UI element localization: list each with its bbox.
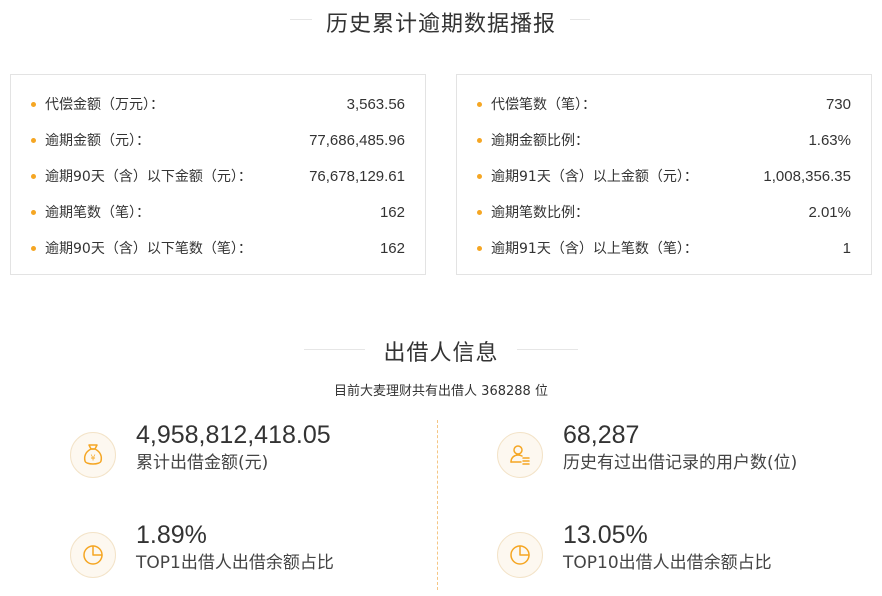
stat-row-value: 3,563.56 bbox=[346, 95, 405, 113]
bullet-dot-icon bbox=[31, 101, 36, 107]
stat-value: 68,287 bbox=[563, 421, 640, 449]
pie-chart-icon bbox=[70, 532, 116, 578]
stat-row: 逾期金额（元）： 77,686,485.96 bbox=[31, 122, 405, 158]
section-title-lenders: 出借人信息 bbox=[0, 335, 882, 367]
svg-text:¥: ¥ bbox=[90, 454, 95, 463]
stat-value: 4,958,812,418.05 bbox=[136, 421, 331, 449]
stat-row: 逾期91天（含）以上金额（元）： 1,008,356.35 bbox=[477, 158, 851, 194]
stat-row-label: 逾期90天（含）以下笔数（笔）： bbox=[45, 241, 252, 257]
stat-row-value: 1 bbox=[842, 239, 851, 257]
bullet-dot-icon bbox=[477, 173, 482, 179]
section-title-overdue-text: 历史累计逾期数据播报 bbox=[311, 12, 570, 37]
stat-row: 逾期90天（含）以下笔数（笔）： 162 bbox=[31, 230, 405, 266]
stat-row-label: 逾期金额比例： bbox=[491, 133, 589, 149]
stat-value: 13.05% bbox=[563, 521, 648, 549]
bullet-dot-icon bbox=[477, 137, 482, 143]
stat-row-value: 1.63% bbox=[808, 131, 851, 149]
stat-row-value: 77,686,485.96 bbox=[309, 131, 405, 149]
stat-row-label: 逾期91天（含）以上金额（元）： bbox=[491, 169, 698, 185]
stat-row-label: 逾期笔数（笔）： bbox=[45, 205, 150, 221]
stat-row: 逾期91天（含）以上笔数（笔）： 1 bbox=[477, 230, 851, 266]
stat-row-label: 逾期笔数比例： bbox=[491, 205, 589, 221]
stat-label: TOP1出借人出借余额占比 bbox=[136, 553, 334, 573]
stat-row: 代偿金额（万元）： 3,563.56 bbox=[31, 86, 405, 122]
money-bag-icon: ¥ bbox=[70, 432, 116, 478]
stat-row-label: 代偿笔数（笔）： bbox=[491, 97, 596, 113]
lender-count-subtitle: 目前大麦理财共有出借人 368288 位 bbox=[334, 384, 548, 399]
bullet-dot-icon bbox=[31, 245, 36, 251]
stat-row: 逾期笔数比例： 2.01% bbox=[477, 194, 851, 230]
stat-label: TOP10出借人出借余额占比 bbox=[563, 553, 772, 573]
stat-total-lent: ¥ 4,958,812,418.05 累计出借金额(元) bbox=[70, 421, 331, 478]
bullet-dot-icon bbox=[477, 245, 482, 251]
stat-row: 逾期90天（含）以下金额（元）： 76,678,129.61 bbox=[31, 158, 405, 194]
stat-row: 代偿笔数（笔）： 730 bbox=[477, 86, 851, 122]
stat-row-value: 1,008,356.35 bbox=[763, 167, 851, 185]
stat-row: 逾期笔数（笔）： 162 bbox=[31, 194, 405, 230]
stat-row-value: 162 bbox=[379, 239, 405, 257]
stat-row-label: 逾期91天（含）以上笔数（笔）： bbox=[491, 241, 698, 257]
stat-row-label: 代偿金额（万元）： bbox=[45, 97, 164, 113]
vertical-dashed-divider bbox=[437, 420, 438, 590]
bullet-dot-icon bbox=[31, 209, 36, 215]
stat-row-value: 76,678,129.61 bbox=[309, 167, 405, 185]
stat-row-value: 730 bbox=[825, 95, 851, 113]
user-coins-icon bbox=[497, 432, 543, 478]
stat-user-count: 68,287 历史有过出借记录的用户数(位) bbox=[497, 421, 798, 478]
stat-row-value: 162 bbox=[379, 203, 405, 221]
stat-row-label: 逾期90天（含）以下金额（元）： bbox=[45, 169, 252, 185]
stat-top10-share: 13.05% TOP10出借人出借余额占比 bbox=[497, 521, 772, 578]
stat-top1-share: 1.89% TOP1出借人出借余额占比 bbox=[70, 521, 334, 578]
section-title-lenders-text: 出借人信息 bbox=[365, 341, 517, 366]
overdue-panel-right: 代偿笔数（笔）： 730 逾期金额比例： 1.63% 逾期91天（含）以上金额（元）… bbox=[456, 74, 872, 275]
stat-label: 历史有过出借记录的用户数(位) bbox=[563, 453, 798, 473]
bullet-dot-icon bbox=[31, 137, 36, 143]
stat-row-value: 2.01% bbox=[808, 203, 851, 221]
pie-chart-icon bbox=[497, 532, 543, 578]
section-title-overdue: 历史累计逾期数据播报 bbox=[0, 6, 882, 38]
overdue-panel-left: 代偿金额（万元）： 3,563.56 逾期金额（元）： 77,686,485.96 … bbox=[10, 74, 426, 275]
bullet-dot-icon bbox=[477, 101, 482, 107]
bullet-dot-icon bbox=[477, 209, 482, 215]
stat-value: 1.89% bbox=[136, 521, 207, 549]
stat-row: 逾期金额比例： 1.63% bbox=[477, 122, 851, 158]
stat-label: 累计出借金额(元) bbox=[136, 453, 269, 473]
bullet-dot-icon bbox=[31, 173, 36, 179]
stat-row-label: 逾期金额（元）： bbox=[45, 133, 150, 149]
